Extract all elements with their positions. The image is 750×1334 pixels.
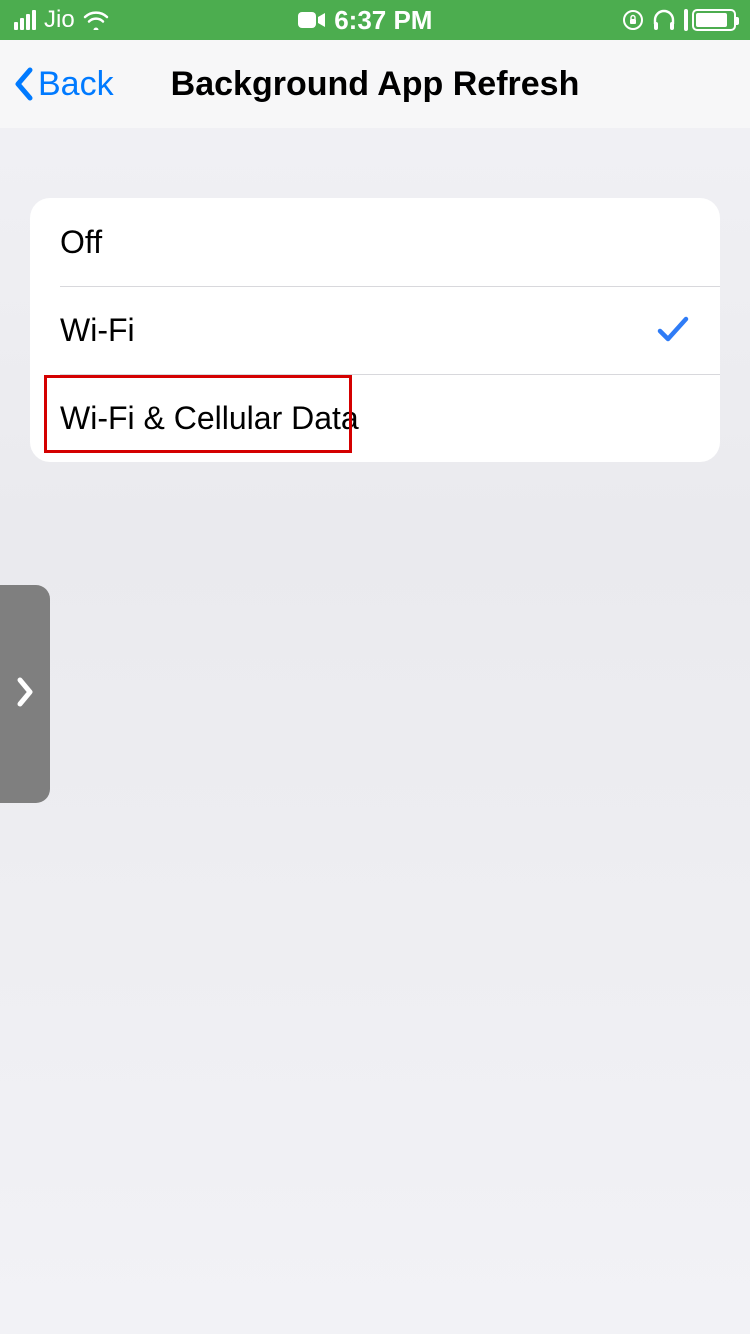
portrait-indicator-icon [684,9,688,31]
status-bar: Jio 6:37 PM [0,0,750,40]
headphones-icon [652,9,676,31]
status-center: 6:37 PM [298,5,432,36]
option-wifi[interactable]: Wi-Fi [30,286,720,374]
carrier-label: Jio [44,6,75,34]
back-label: Back [38,65,114,104]
status-left: Jio [14,6,109,34]
chevron-right-icon [15,672,35,717]
options-list: Off Wi-Fi Wi-Fi & Cellular Data [30,198,720,462]
back-button[interactable]: Back [12,64,114,104]
checkmark-icon [656,315,690,345]
wifi-icon [83,10,109,30]
orientation-lock-icon [622,9,644,31]
option-label: Off [60,224,102,261]
option-label: Wi-Fi [60,312,135,349]
side-drawer-handle[interactable] [0,585,50,803]
content-area: Off Wi-Fi Wi-Fi & Cellular Data [0,128,750,462]
option-off[interactable]: Off [30,198,720,286]
cellular-signal-icon [14,10,36,30]
status-right [622,9,736,31]
video-icon [298,11,326,29]
clock-time: 6:37 PM [334,5,432,36]
battery-icon [692,9,736,31]
nav-header: Back Background App Refresh [0,40,750,128]
chevron-left-icon [12,64,36,104]
option-label: Wi-Fi & Cellular Data [60,400,359,437]
option-wifi-cellular[interactable]: Wi-Fi & Cellular Data [30,374,720,462]
